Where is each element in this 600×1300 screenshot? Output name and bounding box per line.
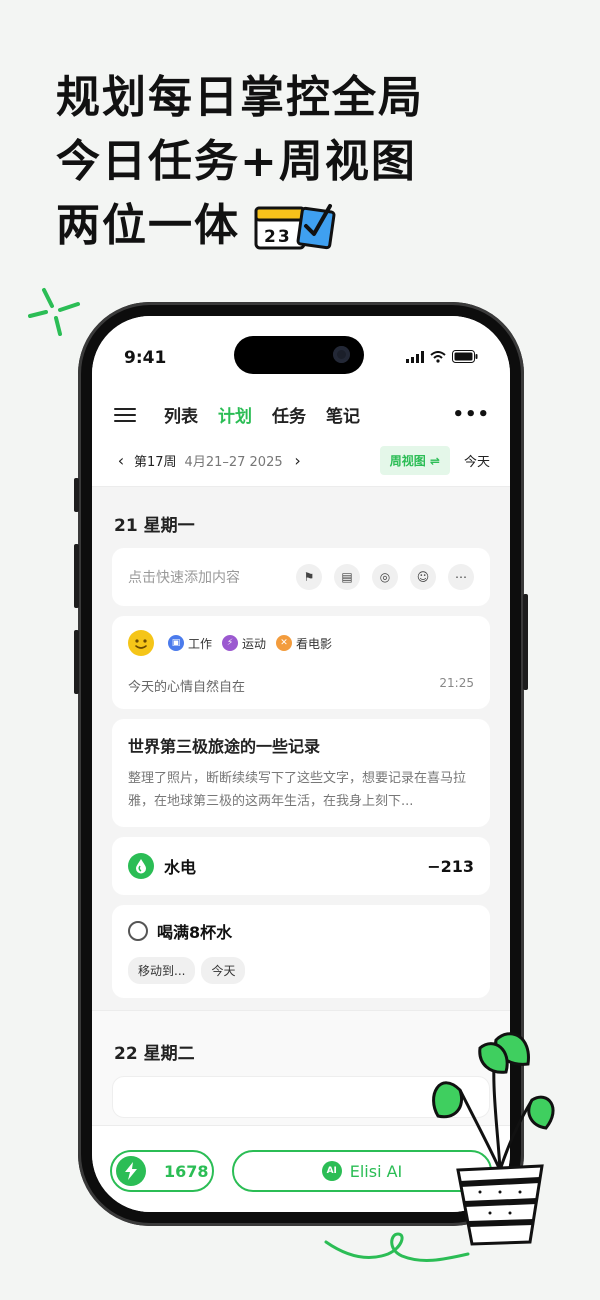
expense-amount: −213 [427,856,474,876]
tag-label: 运动 [242,636,267,651]
quick-add-placeholder: 点击快速添加内容 [128,570,240,586]
headline-line-1: 规划每日掌控全局 [56,72,424,123]
smiley-face-icon [128,630,154,656]
more-icon[interactable]: ⋯ [448,564,474,590]
tag-sport: ⚡ 运动 [222,635,266,652]
quick-add-actions: ⚑ ▤ ◎ ☺ ⋯ [296,564,474,590]
sparkle-icon [28,288,80,336]
tag-movie: ✕ 看电影 [276,635,332,652]
mood-time: 21:25 [439,676,474,690]
move-to-chip[interactable]: 移动到... [128,957,196,984]
flag-icon[interactable]: ⚑ [296,564,322,590]
note-preview: 整理了照片，断断续续写下了这些文字，想要记录在喜马拉雅，在地球第三极的这两年生活… [128,771,467,809]
potted-plant-illustration [432,1032,555,1246]
mood-text: 今天的心情自然自在 [128,680,246,695]
lightning-icon [116,1156,146,1186]
app-header: 列表 计划 任务 笔记 ••• ‹ 第17周 4月21–27 2025 › 周视… [92,386,510,487]
headline-line-3: 两位一体 [56,200,240,251]
expense-label: 水电 [164,858,197,877]
tab-list[interactable]: 列表 [164,402,198,427]
phone-action-button [74,478,79,512]
camera-lens [333,346,350,363]
briefcase-icon: ▣ [168,635,184,651]
expense-card[interactable]: 水电 −213 [112,837,490,895]
headline-line-3-row: 两位一体 23 [56,194,424,258]
week-navigation: ‹ 第17周 4月21–27 2025 › 周视图 ⇌ 今天 [112,444,490,476]
today-button[interactable]: 今天 [464,451,490,470]
week-date-range: 4月21–27 2025 [184,454,283,470]
tag-label: 工作 [188,636,213,651]
next-week-chevron-icon[interactable]: › [289,451,307,470]
squiggle-decoration [324,1232,470,1262]
mood-footer: 今天的心情自然自在 21:25 [128,676,474,695]
day-heading: 21 星期一 [114,516,195,536]
energy-value: 1678 [164,1161,209,1181]
water-drop-icon [128,853,154,879]
hamburger-menu-icon[interactable] [114,404,136,424]
phone-power-button [523,594,528,690]
task-checkbox[interactable] [128,921,148,941]
quick-add-bar[interactable]: 点击快速添加内容 ⚑ ▤ ◎ ☺ ⋯ [112,548,490,606]
battery-icon [452,350,478,363]
promo-headline: 规划每日掌控全局 今日任务+周视图 两位一体 23 [56,66,424,258]
ai-assistant-label: Elisi AI [349,1161,403,1181]
status-time: 9:41 [124,348,167,368]
task-title: 喝满8杯水 [157,923,233,942]
note-card[interactable]: 世界第三极旅途的一些记录 整理了照片，断断续续写下了这些文字，想要记录在喜马拉雅… [112,719,490,827]
mood-header: ▣ 工作 ⚡ 运动 ✕ 看电影 [128,630,474,656]
note-icon[interactable]: ▤ [334,564,360,590]
note-title: 世界第三极旅途的一些记录 [128,737,321,756]
week-view-button[interactable]: 周视图 ⇌ [379,445,450,475]
tag-work: ▣ 工作 [168,635,212,652]
prev-week-chevron-icon[interactable]: ‹ [112,451,130,470]
calendar-check-icon: 23 [254,200,338,252]
phone-volume-up [74,544,79,608]
headline-line-2: 今日任务+周视图 [56,136,417,187]
wifi-icon [430,350,446,363]
today-chip[interactable]: 今天 [201,957,246,984]
tab-plan[interactable]: 计划 [218,402,252,427]
task-actions: 移动到... 今天 [128,957,474,984]
film-icon: ✕ [276,635,293,651]
task-row: 喝满8杯水 [128,919,474,943]
status-icons [406,350,478,363]
calendar-number: 23 [264,227,292,247]
phone-volume-down [74,630,79,694]
running-icon: ⚡ [222,635,239,651]
mood-card[interactable]: ▣ 工作 ⚡ 运动 ✕ 看电影 今天的心情自然自在 21:25 [112,616,490,709]
view-tabs: 列表 计划 任务 笔记 [164,402,360,427]
dynamic-island [234,336,364,374]
signal-icon [406,350,424,363]
target-icon[interactable]: ◎ [372,564,398,590]
ai-chat-icon: AI [321,1161,342,1181]
tab-tasks[interactable]: 任务 [272,402,306,427]
energy-button[interactable]: 1678 [110,1150,214,1192]
tab-notes[interactable]: 笔记 [326,402,360,427]
emoji-icon[interactable]: ☺ [410,564,436,590]
tag-label: 看电影 [296,636,333,651]
week-number: 第17周 [134,454,177,470]
task-card[interactable]: 喝满8杯水 移动到... 今天 [112,905,490,998]
more-options-icon[interactable]: ••• [452,404,490,425]
